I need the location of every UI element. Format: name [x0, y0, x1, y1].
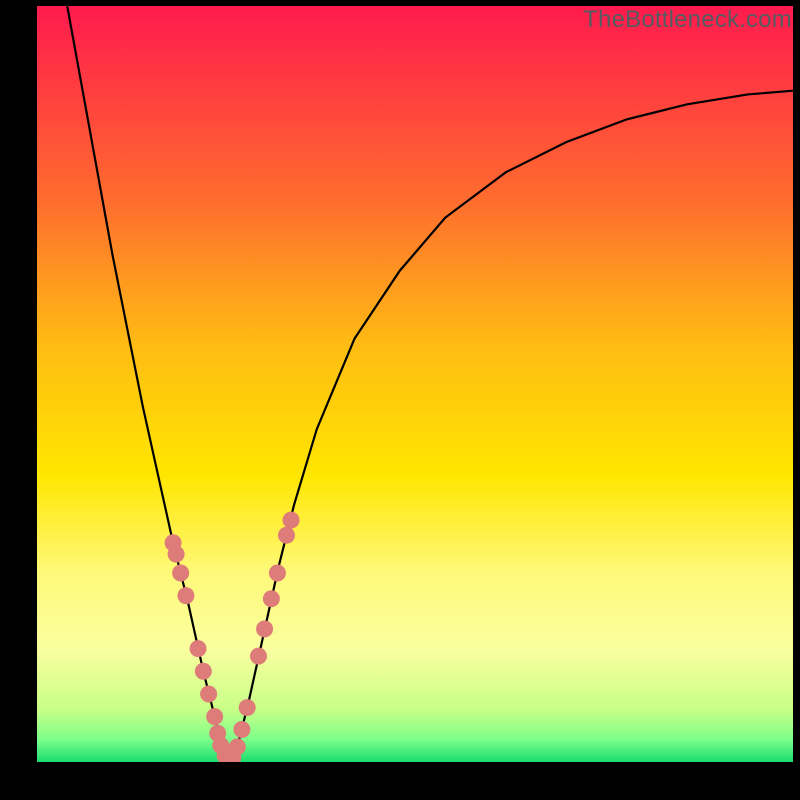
- chart-frame: TheBottleneck.com: [0, 0, 800, 800]
- data-point: [278, 527, 295, 544]
- data-point: [233, 721, 250, 738]
- data-point: [177, 587, 194, 604]
- data-point: [256, 620, 273, 637]
- plot-area: [37, 6, 793, 762]
- data-point: [206, 708, 223, 725]
- data-point: [239, 699, 256, 716]
- data-point: [190, 640, 207, 657]
- plot-background: [37, 6, 793, 762]
- data-point: [263, 590, 280, 607]
- data-point: [195, 663, 212, 680]
- data-point: [229, 738, 246, 755]
- data-point: [250, 648, 267, 665]
- data-point: [200, 685, 217, 702]
- data-point: [168, 546, 185, 563]
- plot-svg: [37, 6, 793, 762]
- data-point: [283, 512, 300, 529]
- data-point: [269, 565, 286, 582]
- data-point: [172, 565, 189, 582]
- watermark-text: TheBottleneck.com: [583, 6, 792, 34]
